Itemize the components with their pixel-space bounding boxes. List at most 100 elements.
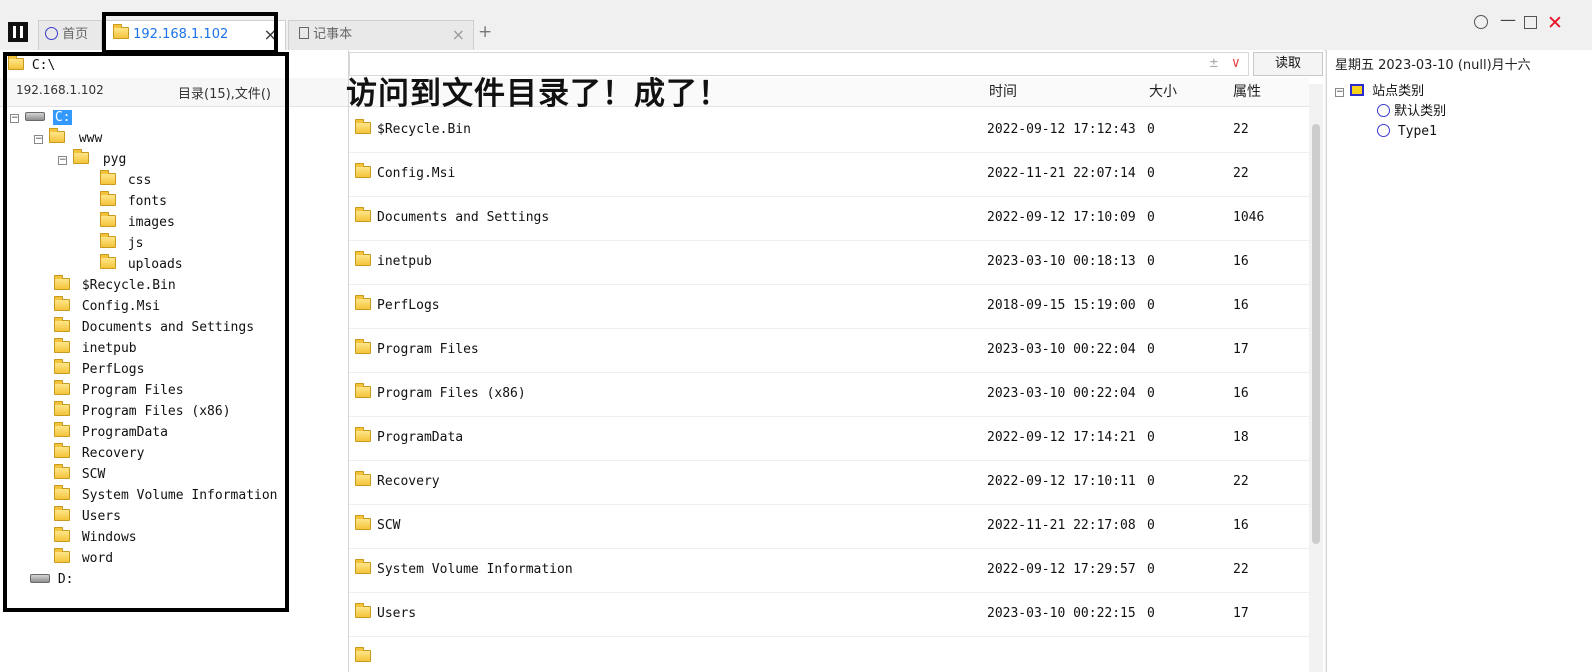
file-size: 0 (1147, 342, 1155, 357)
category-circle-icon (1377, 124, 1390, 137)
tree-node-www[interactable]: − www (34, 128, 102, 149)
tab-notepad-label: 记事本 (313, 27, 353, 42)
circle-window-icon[interactable] (1474, 14, 1488, 33)
file-time: 2023-03-10 00:18:13 (987, 254, 1136, 269)
maximize-icon[interactable] (1524, 14, 1537, 33)
sort-icon[interactable]: ± (1210, 55, 1218, 71)
folder-icon (113, 24, 129, 39)
file-size: 0 (1147, 430, 1155, 445)
tree-node-program-files-x86[interactable]: Program Files (x86) (54, 401, 231, 422)
file-time: 2023-03-10 00:22:04 (987, 342, 1136, 357)
tree-node-fonts[interactable]: fonts (100, 191, 167, 212)
table-row[interactable]: Program Files (x86) 2023-03-10 00:22:04 … (349, 372, 1309, 417)
file-time: 2022-09-12 17:12:43 (987, 122, 1136, 137)
table-row[interactable]: $Recycle.Bin 2022-09-12 17:12:43 0 22 (349, 108, 1309, 153)
folder-open-icon (49, 128, 65, 143)
tab-remote-host[interactable]: 192.168.1.102 × (104, 20, 286, 50)
site-category-panel: 星期五 2023-03-10 (null)月十六 − 站点类别 默认类别 Typ… (1326, 50, 1592, 672)
file-name: Users (377, 606, 417, 621)
column-time-header[interactable]: 时间 (989, 78, 1017, 106)
column-attr-header[interactable]: 属性 (1233, 78, 1261, 106)
tree-node-label: C: (52, 110, 73, 125)
file-attr: 1046 (1233, 210, 1265, 225)
tree-node-recycle-bin[interactable]: $Recycle.Bin (54, 275, 176, 296)
file-attr: 22 (1233, 166, 1249, 181)
folder-icon (100, 170, 116, 185)
tree-node-label: Program Files (x86) (81, 404, 231, 419)
category-root-label: 站点类别 (1372, 84, 1425, 99)
tree-node-inetpub[interactable]: inetpub (54, 338, 137, 359)
table-row[interactable]: SCW 2022-11-21 22:17:08 0 16 (349, 504, 1309, 549)
tree-node-windows[interactable]: Windows (54, 527, 137, 548)
category-root[interactable]: − 站点类别 (1335, 82, 1424, 102)
folder-icon (54, 338, 70, 353)
column-size-header[interactable]: 大小 (1149, 78, 1177, 106)
file-size: 0 (1147, 166, 1155, 181)
read-button[interactable]: 读取 (1253, 52, 1323, 76)
scrollbar-thumb[interactable] (1312, 124, 1320, 544)
tree-node-c-drive[interactable]: − C: (10, 108, 73, 128)
table-row[interactable]: inetpub 2023-03-10 00:18:13 0 16 (349, 240, 1309, 285)
folder-icon (54, 359, 70, 374)
table-row[interactable]: PerfLogs 2018-09-15 15:19:00 0 16 (349, 284, 1309, 329)
tree-node-d-drive[interactable]: D: (30, 570, 73, 590)
close-tab-icon[interactable]: × (452, 21, 465, 49)
table-row[interactable]: Program Files 2023-03-10 00:22:04 0 17 (349, 328, 1309, 373)
tree-node-program-files[interactable]: Program Files (54, 380, 184, 401)
tree-node-recovery[interactable]: Recovery (54, 443, 144, 464)
app-logo (8, 22, 28, 42)
vertical-scrollbar[interactable] (1309, 84, 1323, 672)
summary-label: 目录(15),文件() (178, 87, 271, 102)
close-window-icon[interactable]: ✕ (1547, 12, 1563, 34)
tree-node-js[interactable]: js (100, 233, 143, 254)
file-time: 2022-09-12 17:10:11 (987, 474, 1136, 489)
category-root-icon (1350, 84, 1364, 96)
category-item-type1[interactable]: Type1 (1377, 122, 1437, 142)
folder-icon (54, 485, 70, 500)
table-row[interactable]: Recovery 2022-09-12 17:10:11 0 22 (349, 460, 1309, 505)
tree-node-uploads[interactable]: uploads (100, 254, 183, 275)
file-name: System Volume Information (377, 562, 573, 577)
table-row[interactable]: System Volume Information 2022-09-12 17:… (349, 548, 1309, 593)
tab-home[interactable]: 首页 (38, 20, 102, 50)
tree-node-documents-and-settings[interactable]: Documents and Settings (54, 317, 254, 338)
tree-header: 192.168.1.102 目录(15),文件() (0, 78, 348, 107)
tree-node-perflogs[interactable]: PerfLogs (54, 359, 144, 380)
file-attr: 18 (1233, 430, 1249, 445)
tree-node-users[interactable]: Users (54, 506, 121, 527)
tree-node-word[interactable]: word (54, 548, 113, 569)
date-status: 星期五 2023-03-10 (null)月十六 (1335, 58, 1531, 73)
tree-node-pyg[interactable]: − pyg (58, 149, 126, 170)
tree-node-images[interactable]: images (100, 212, 175, 233)
file-attr: 16 (1233, 254, 1249, 269)
file-name: SCW (377, 518, 401, 533)
tree-node-scw[interactable]: SCW (54, 464, 105, 485)
table-row[interactable]: Users 2023-03-10 00:22:15 0 17 (349, 592, 1309, 637)
tree-node-programdata[interactable]: ProgramData (54, 422, 168, 443)
tree-node-config-msi[interactable]: Config.Msi (54, 296, 160, 317)
table-row[interactable]: Config.Msi 2022-11-21 22:07:14 0 22 (349, 152, 1309, 197)
folder-icon (8, 55, 24, 70)
table-row-partial[interactable] (349, 636, 1309, 672)
table-row[interactable]: Documents and Settings 2022-09-12 17:10:… (349, 196, 1309, 241)
file-time: 2022-11-21 22:07:14 (987, 166, 1136, 181)
folder-icon (100, 212, 116, 227)
table-row[interactable]: ProgramData 2022-09-12 17:14:21 0 18 (349, 416, 1309, 461)
file-attr: 16 (1233, 298, 1249, 313)
file-time: 2023-03-10 00:22:15 (987, 606, 1136, 621)
close-tab-icon[interactable]: × (264, 21, 277, 49)
tree-node-css[interactable]: css (100, 170, 151, 191)
minimize-icon[interactable]: — (1500, 10, 1516, 29)
folder-icon (100, 191, 116, 206)
folder-icon (355, 647, 371, 662)
file-attr: 16 (1233, 386, 1249, 401)
file-size: 0 (1147, 298, 1155, 313)
tree-node-label: ProgramData (81, 425, 168, 440)
folder-icon (355, 515, 371, 530)
path-dropdown-icon[interactable]: ∨ (1232, 55, 1240, 71)
tab-notepad[interactable]: 记事本 × (288, 20, 474, 50)
file-name: $Recycle.Bin (377, 122, 471, 137)
new-tab-button[interactable]: + (478, 22, 492, 42)
tree-node-system-volume-information[interactable]: System Volume Information (54, 485, 278, 506)
category-item-default[interactable]: 默认类别 (1377, 102, 1446, 122)
